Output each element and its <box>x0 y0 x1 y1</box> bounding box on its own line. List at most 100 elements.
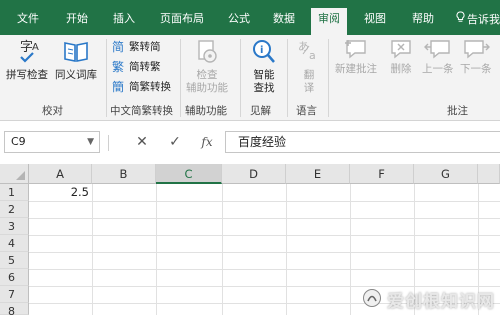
row-header-1[interactable]: 1 <box>0 184 29 201</box>
row-header-4[interactable]: 4 <box>0 235 29 252</box>
svg-text:简: 简 <box>112 40 124 53</box>
spelling-button[interactable]: 字 A 拼写检查 <box>6 37 48 82</box>
column-header-g[interactable]: G <box>414 164 478 184</box>
convert-traditional-icon: 繁 <box>112 59 124 74</box>
traditional-to-simplified-button[interactable]: 简繁转简 <box>112 39 161 55</box>
ribbon-divider <box>106 39 107 117</box>
smart-lookup-button[interactable]: i 智能 查找 <box>249 37 279 95</box>
svg-text:簡: 簡 <box>112 79 124 93</box>
next-comment-button[interactable]: 下一条 <box>460 37 492 76</box>
smart-lookup-label-1: 智能 <box>253 69 275 81</box>
tab-view[interactable]: 视图 <box>364 11 386 31</box>
row-header-5[interactable]: 5 <box>0 252 29 269</box>
check-accessibility-button[interactable]: 检查 辅助功能 <box>186 37 228 95</box>
svg-text:A: A <box>32 42 39 53</box>
tab-insert[interactable]: 插入 <box>113 11 135 31</box>
svg-text:繁: 繁 <box>112 59 124 73</box>
previous-comment-label: 上一条 <box>422 63 454 75</box>
tab-data[interactable]: 数据 <box>273 11 295 31</box>
name-box-value: C9 <box>11 135 26 148</box>
ribbon-tab-bar: 文件 开始 插入 页面布局 公式 数据 审阅 视图 帮助 告诉我 <box>0 0 500 35</box>
translate-button[interactable]: あ a 翻 译 <box>297 37 321 95</box>
convert-label: 简繁转换 <box>129 81 171 93</box>
to-traditional-label: 繁转简 <box>129 41 161 53</box>
cell-a1[interactable]: 2.5 <box>29 184 92 201</box>
formula-input[interactable]: 百度经验 <box>225 131 500 153</box>
tab-help[interactable]: 帮助 <box>412 11 434 31</box>
column-header-a[interactable]: A <box>29 164 92 184</box>
group-label-language: 语言 <box>296 105 317 117</box>
group-label-proofing: 校对 <box>42 105 63 117</box>
tab-tell-me[interactable]: 告诉我 <box>456 11 500 31</box>
ribbon: 字 A 拼写检查 同义词库 校对 简繁转简 繁简转繁 簡简繁转换 中文简繁转换 … <box>0 35 500 121</box>
row-header-6[interactable]: 6 <box>0 269 29 286</box>
formula-bar: C9 ▼ ✕ ✓ fx 百度经验 <box>0 121 500 164</box>
new-comment-icon <box>345 40 366 59</box>
group-label-insights: 见解 <box>250 105 271 117</box>
convert-chinese-icon: 簡 <box>112 79 124 94</box>
watermark: 爱创根知识网 <box>360 282 500 312</box>
smart-lookup-label-2: 查找 <box>253 82 275 94</box>
cancel-entry-button[interactable]: ✕ <box>131 132 153 152</box>
confirm-entry-button[interactable]: ✓ <box>164 132 186 152</box>
watermark-logo-icon <box>363 289 381 307</box>
delete-comment-icon <box>391 40 411 59</box>
next-comment-label: 下一条 <box>460 63 492 75</box>
book-icon <box>64 42 88 62</box>
translate-icon: あ a <box>298 40 316 62</box>
spelling-icon: 字 A <box>20 40 39 63</box>
translate-label-2: 译 <box>303 82 315 94</box>
previous-comment-button[interactable]: 上一条 <box>422 37 454 76</box>
row-header-3[interactable]: 3 <box>0 218 29 235</box>
simplified-to-traditional-button[interactable]: 繁简转繁 <box>112 59 161 75</box>
column-header-partial[interactable] <box>478 164 500 184</box>
svg-text:あ: あ <box>298 40 309 53</box>
column-header-f[interactable]: F <box>350 164 414 184</box>
gridline <box>29 252 500 253</box>
gridline <box>29 235 500 236</box>
group-label-comments: 批注 <box>447 105 468 117</box>
ribbon-divider <box>287 39 288 117</box>
gridline <box>156 184 157 315</box>
tab-file[interactable]: 文件 <box>17 11 39 31</box>
column-header-c[interactable]: C <box>156 164 222 184</box>
new-comment-label: 新建批注 <box>335 63 377 75</box>
name-box[interactable]: C9 ▼ <box>4 131 100 153</box>
watermark-text: 爱创根知识网 <box>387 292 495 312</box>
new-comment-button[interactable]: 新建批注 <box>335 37 377 76</box>
lightbulb-icon <box>456 11 465 28</box>
to-simplified-label: 简转繁 <box>129 61 161 73</box>
svg-text:i: i <box>260 45 263 56</box>
row-header-8[interactable]: 8 <box>0 303 29 315</box>
thesaurus-button[interactable]: 同义词库 <box>55 37 97 82</box>
row-header-7[interactable]: 7 <box>0 286 29 303</box>
convert-chinese-button[interactable]: 簡简繁转换 <box>112 79 171 95</box>
row-header-2[interactable]: 2 <box>0 201 29 218</box>
delete-comment-button[interactable]: 删除 <box>388 37 414 76</box>
convert-simplified-icon: 简 <box>112 40 124 54</box>
spelling-label: 拼写检查 <box>6 69 48 81</box>
tab-formulas[interactable]: 公式 <box>228 11 250 31</box>
gridline <box>286 184 287 315</box>
group-label-chinese-conversion: 中文简繁转换 <box>110 105 173 117</box>
column-header-e[interactable]: E <box>286 164 350 184</box>
column-header-d[interactable]: D <box>222 164 286 184</box>
insert-function-button[interactable]: fx <box>196 132 218 152</box>
gridline <box>350 184 351 315</box>
ribbon-divider <box>240 39 241 117</box>
tab-home[interactable]: 开始 <box>66 11 88 31</box>
accessibility-icon <box>198 40 217 63</box>
column-header-b[interactable]: B <box>92 164 156 184</box>
gridline <box>29 201 500 202</box>
tab-page-layout[interactable]: 页面布局 <box>160 11 204 31</box>
chevron-down-icon[interactable]: ▼ <box>87 132 94 152</box>
gridline <box>222 184 223 315</box>
ribbon-divider <box>180 39 181 117</box>
smart-lookup-icon: i <box>253 40 275 63</box>
translate-label-1: 翻 <box>303 69 315 81</box>
tab-review[interactable]: 审阅 <box>311 8 347 35</box>
accessibility-label-2: 辅助功能 <box>186 82 228 94</box>
previous-comment-icon <box>423 40 450 59</box>
select-all-button[interactable] <box>0 164 29 184</box>
accessibility-label-1: 检查 <box>196 69 218 81</box>
